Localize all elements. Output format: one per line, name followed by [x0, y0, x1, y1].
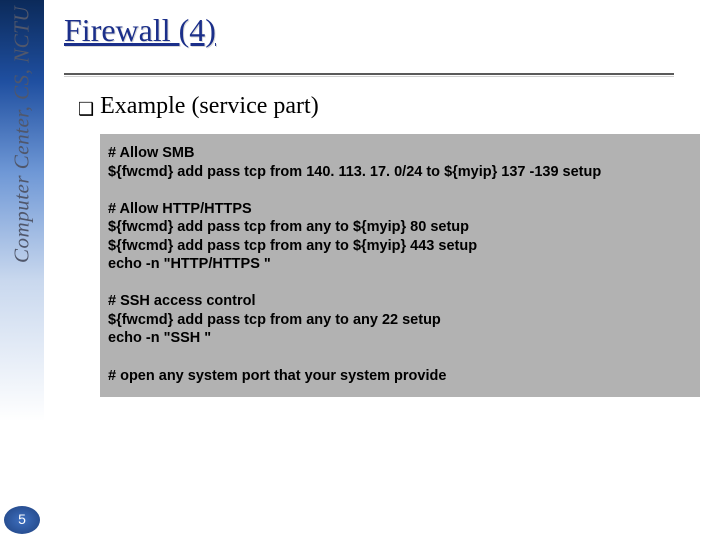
- square-bullet-icon: ❑: [78, 100, 94, 118]
- subtitle: Example (service part): [100, 93, 319, 120]
- sidebar-org-text: Computer Center, CS, NCTU: [10, 6, 35, 263]
- content: Firewall (4) ❑ Example (service part) # …: [64, 0, 704, 397]
- sidebar-org: Computer Center, CS, NCTU: [10, 6, 35, 263]
- page-number-text: 5: [18, 511, 26, 527]
- sidebar: Computer Center, CS, NCTU 5: [0, 0, 44, 540]
- code-block: # Allow SMB ${fwcmd} add pass tcp from 1…: [100, 134, 700, 397]
- subtitle-row: ❑ Example (service part): [78, 93, 704, 120]
- slide: Computer Center, CS, NCTU 5 Firewall (4)…: [0, 0, 720, 540]
- slide-title: Firewall (4): [64, 12, 704, 49]
- page-number: 5: [0, 508, 44, 530]
- divider: [64, 73, 674, 75]
